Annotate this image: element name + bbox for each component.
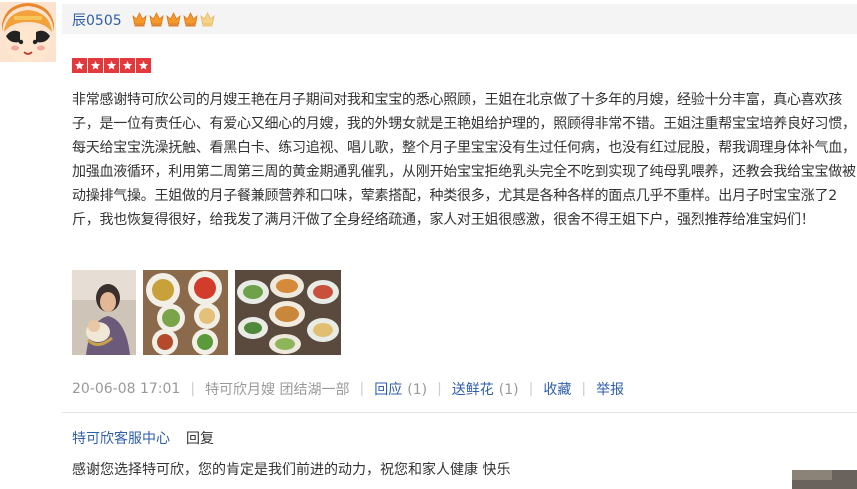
send-flower-link[interactable]: 送鲜花 (1): [452, 379, 519, 399]
reply-text: 感谢您选择特可欣，您的肯定是我们前进的动力，祝您和家人健康 快乐: [72, 462, 511, 478]
review-text: 非常感谢特可欣公司的月嫂王艳在月子期间对我和宝宝的悉心照顾，王姐在北京做了十多年…: [72, 92, 856, 228]
reply-label: 回复: [186, 431, 214, 447]
corner-thumbnail[interactable]: [792, 470, 857, 489]
user-level-crowns: [132, 11, 215, 27]
photo-image: [143, 270, 228, 355]
crown-icon: [200, 12, 215, 27]
reply-link[interactable]: 回应 (1): [374, 379, 427, 399]
review-header: 辰0505: [62, 4, 857, 34]
avatar[interactable]: [0, 2, 56, 62]
crown-icon: [149, 12, 164, 27]
meta-separator: |: [437, 381, 442, 397]
reply-divider: [62, 412, 857, 413]
meta-separator: |: [190, 381, 196, 397]
star-icon: [104, 58, 119, 73]
review-source: 特可欣月嫂 团结湖一部: [205, 382, 350, 398]
crown-icon: [132, 12, 147, 27]
reply-author-link[interactable]: 特可欣客服中心: [72, 428, 170, 448]
favorite-link[interactable]: 收藏: [543, 379, 571, 399]
photo-image: [235, 270, 341, 355]
username-link[interactable]: 辰0505: [72, 10, 122, 30]
crown-icon: [166, 12, 181, 27]
meta-separator: |: [359, 381, 365, 397]
star-rating: [72, 58, 151, 73]
photo-thumbnail-table-dishes[interactable]: [235, 270, 341, 355]
review-date: 20-06-08 17:01: [72, 381, 181, 397]
review-photos: [72, 270, 341, 355]
review-meta: 20-06-08 17:01 | 特可欣月嫂 团结湖一部 | 回应 (1) | 送…: [72, 379, 624, 399]
photo-thumbnail-mother-baby[interactable]: [72, 270, 136, 355]
star-icon: [136, 58, 151, 73]
flower-count: (1): [498, 382, 519, 398]
star-icon: [72, 58, 87, 73]
reply-header: 特可欣客服中心 回复: [72, 428, 214, 448]
meta-separator: |: [528, 381, 534, 397]
report-link[interactable]: 举报: [596, 379, 624, 399]
meta-separator: |: [581, 381, 587, 397]
star-icon: [88, 58, 103, 73]
photo-image: [72, 270, 136, 355]
send-flower-label: 送鲜花: [451, 382, 494, 398]
crown-icon: [183, 12, 198, 27]
avatar-image: [0, 2, 56, 62]
reply-count: (1): [407, 382, 428, 398]
star-icon: [120, 58, 135, 73]
photo-thumbnail-meals-grid[interactable]: [143, 270, 228, 355]
reply-link-label: 回应: [374, 382, 403, 398]
